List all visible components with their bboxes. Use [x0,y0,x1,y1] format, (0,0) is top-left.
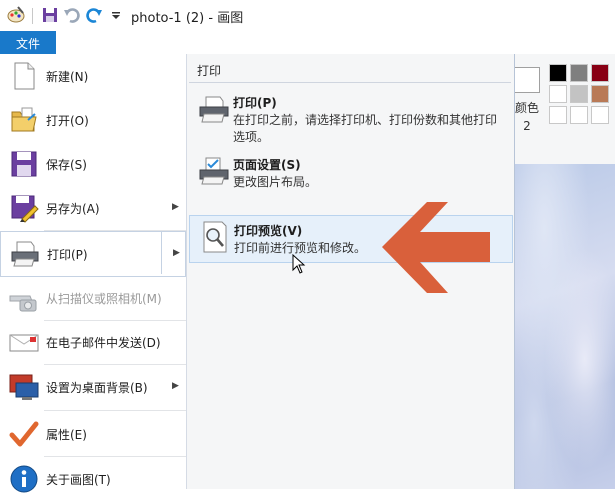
menu-item-properties-label: 属性(E) [46,428,87,442]
menu-separator [44,320,186,321]
menu-item-save[interactable]: 保存(S) [0,142,186,186]
menu-item-new-label: 新建(N) [46,70,89,84]
palette-swatch[interactable] [549,85,567,103]
open-folder-icon [11,107,37,132]
submenu-arrow-icon: ▶ [172,381,179,391]
title-bar: photo-1 (2) - 画图 [0,0,615,31]
submenu-header-label: 打印 [197,64,222,78]
menu-item-save-as-label: 另存为(A) [46,202,100,216]
printer-icon [11,241,39,267]
email-icon [9,334,39,352]
page-setup-icon [199,157,229,185]
checkmark-icon [9,421,39,447]
palette-swatch[interactable] [591,85,609,103]
submenu-header-divider [189,82,511,83]
menu-item-print[interactable]: 打印(P) ▶ [0,231,186,277]
menu-item-open[interactable]: 打开(O) [0,98,186,142]
paint-app-icon[interactable] [6,5,26,25]
menu-item-properties[interactable]: 属性(E) [0,412,186,456]
submenu-item-page-setup[interactable]: 页面设置(S) 更改图片布局。 [189,150,511,196]
submenu-item-print[interactable]: 打印(P) 在打印之前，请选择打印机、打印份数和其他打印选项。 [189,88,511,146]
printer-icon [199,96,229,123]
menu-item-save-as[interactable]: 另存为(A) ▶ [0,186,186,230]
submenu-header: 打印 [187,54,514,83]
menu-item-scan[interactable]: 从扫描仪或照相机(M) [0,276,186,320]
color2-swatch[interactable] [514,67,540,93]
color2-label: 颜色 2 [514,101,539,133]
file-menu-commands: 新建(N) 打开(O) 保存(S) 另存为(A) ▶ 打印(P) ▶ 从扫描仪或… [0,54,187,493]
mouse-cursor-icon [292,254,306,274]
palette-swatch[interactable] [570,64,588,82]
submenu-item-print-preview-title: 打印预览(V) [234,224,303,238]
submenu-item-page-setup-desc: 更改图片布局。 [233,175,318,189]
file-tab-label: 文件 [16,37,41,51]
submenu-arrow-icon: ▶ [172,202,179,212]
submenu-arrow-icon[interactable]: ▶ [173,248,180,258]
menu-separator [44,456,186,457]
split-divider [161,232,162,274]
menu-separator [44,410,186,411]
image-canvas[interactable] [514,164,615,489]
menu-separator [44,364,186,365]
menu-item-save-label: 保存(S) [46,158,87,172]
menu-item-print-label: 打印(P) [47,248,88,262]
menu-item-new[interactable]: 新建(N) [0,54,186,98]
info-icon [10,465,38,493]
palette-swatch[interactable] [570,85,588,103]
menu-item-desktop-bg[interactable]: 设置为桌面背景(B) ▶ [0,365,186,409]
customize-dropdown-icon[interactable] [106,5,126,25]
save-disk-icon [11,151,37,177]
menu-item-about[interactable]: 关于画图(T) [0,457,186,501]
save-as-icon [11,195,39,223]
print-preview-icon [203,221,227,253]
palette-swatch[interactable] [549,106,567,124]
palette-swatch[interactable] [591,64,609,82]
palette-swatch[interactable] [570,106,588,124]
save-icon[interactable] [40,5,60,25]
window-title: photo-1 (2) - 画图 [131,11,244,26]
undo-icon[interactable] [62,5,82,25]
palette-swatch[interactable] [591,106,609,124]
annotation-arrow-icon [382,202,490,293]
palette-swatch[interactable] [549,64,567,82]
menu-item-desktop-bg-label: 设置为桌面背景(B) [46,381,148,395]
menu-item-open-label: 打开(O) [46,114,89,128]
desktop-background-icon [9,374,39,400]
menu-item-email-label: 在电子邮件中发送(D) [46,336,161,350]
qat-separator [32,8,33,24]
submenu-item-print-desc: 在打印之前，请选择打印机、打印份数和其他打印选项。 [233,113,498,144]
menu-separator [44,230,186,231]
scanner-camera-icon [9,295,37,312]
menu-item-email[interactable]: 在电子邮件中发送(D) [0,320,186,364]
submenu-item-print-title: 打印(P) [233,96,277,110]
file-tab[interactable]: 文件 [0,31,56,54]
menu-item-about-label: 关于画图(T) [46,473,111,487]
new-file-icon [14,62,35,90]
submenu-item-page-setup-title: 页面设置(S) [233,158,301,172]
menu-item-scan-label: 从扫描仪或照相机(M) [46,292,162,306]
redo-icon[interactable] [84,5,104,25]
